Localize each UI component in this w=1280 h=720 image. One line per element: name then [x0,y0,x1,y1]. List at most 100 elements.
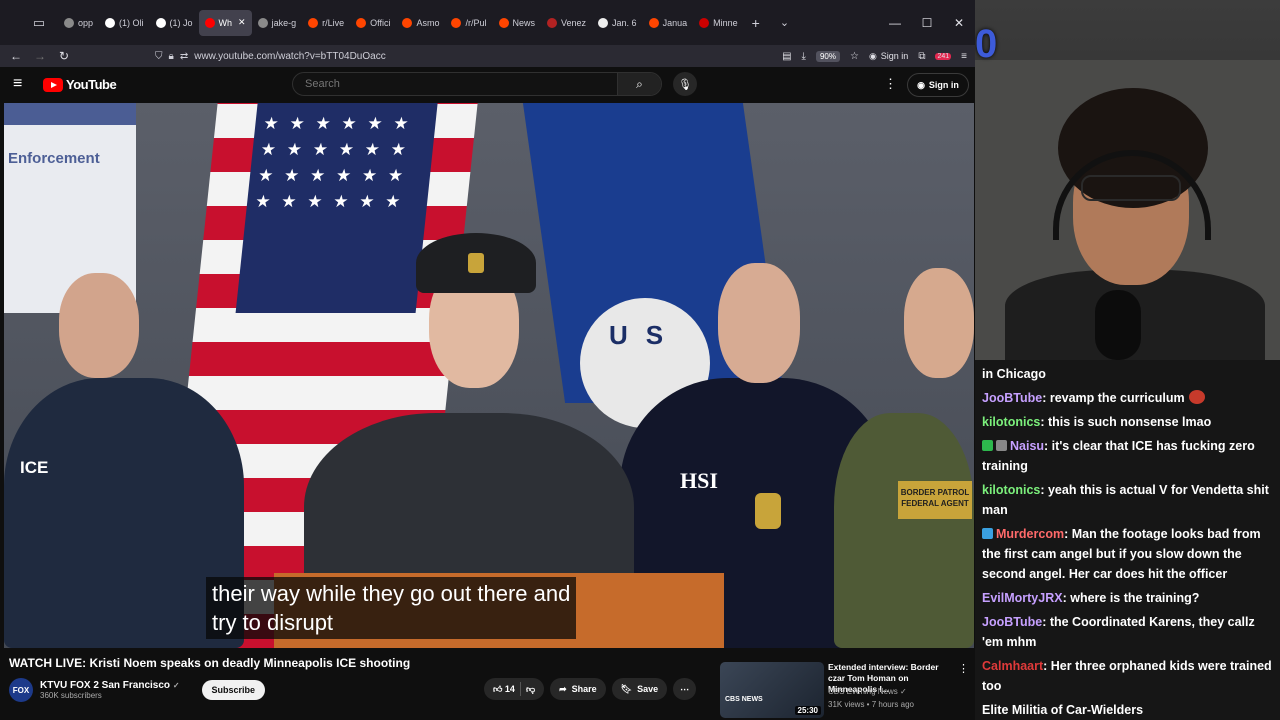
chat-username[interactable]: Naisu [1010,439,1044,453]
tab-favicon-icon [64,17,74,28]
tab-label: jake-g [271,17,297,28]
chat-username[interactable]: kilotonics [982,483,1040,497]
chat-badge-icon [982,440,993,451]
tab-close-icon[interactable]: ✕ [238,17,246,28]
browser-tab[interactable]: Minne [693,10,744,36]
tab-label: Janua [662,17,688,28]
chat-text: : revamp the curriculum [1042,391,1185,405]
tab-favicon-icon [598,17,609,28]
video-title: WATCH LIVE: Kristi Noem speaks on deadly… [9,656,411,670]
reload-button[interactable]: ↻ [52,49,76,63]
close-window-button[interactable]: ✕ [943,16,975,30]
voice-search-button[interactable]: 🎙︎ [673,72,697,96]
browser-tab[interactable]: (1) Oli [99,10,150,36]
browser-tab[interactable]: Jan. 6 [592,10,643,36]
channel-avatar[interactable]: FOX [9,678,33,702]
recommended-thumbnail[interactable]: CBS NEWS 25:30 [720,662,824,718]
chat-username[interactable]: kilotonics [982,415,1040,429]
browser-tab[interactable]: jake-g [252,10,303,36]
maximize-button[interactable]: ☐ [911,16,943,30]
browser-signin-button[interactable]: ◉ Sign in [869,51,908,62]
chat-username[interactable]: Murdercom [996,527,1064,541]
tab-label: (1) Oli [119,17,144,28]
back-button[interactable]: ← [4,49,28,63]
video-player[interactable]: Enforcement US ICE HSI BORDER PATROL FED… [4,103,974,648]
browser-tab[interactable]: Janua [643,10,694,36]
extensions-icon[interactable]: ⧉ [918,51,925,62]
tab-favicon-icon [699,17,710,28]
tab-label: Jan. 6 [612,17,637,28]
tab-favicon-icon [498,17,509,28]
tab-favicon-icon [257,17,268,28]
subscribe-button[interactable]: Subscribe [201,680,266,700]
chat-text: in Chicago [982,367,1046,381]
chat-message: kilotonics: yeah this is actual V for Ve… [982,480,1276,520]
extension-badge[interactable]: 241 [935,52,952,60]
url-field[interactable]: ⛉ 🔒︎ ⇄ www.youtube.com/watch?v=bTT04DuOa… [155,45,765,67]
minimize-button[interactable]: — [879,16,911,30]
tab-list-icon[interactable]: ▭ [28,12,50,34]
tab-label: r/Live [322,17,345,28]
bookmark-star-icon[interactable]: ☆ [850,51,859,62]
shield-icon[interactable]: ⛉ [155,51,163,62]
youtube-logo[interactable]: YouTube [43,77,117,92]
closed-caption: their way while they go out there and tr… [206,577,577,639]
browser-tab[interactable]: /r/Pul [445,10,492,36]
share-button[interactable]: ➦ Share [550,678,606,700]
download-icon[interactable]: ⤓ [802,51,806,62]
tab-favicon-icon [402,17,413,28]
more-options-icon[interactable]: ⋮ [884,76,897,92]
chat-text: Elite Militia of Car-Wielders [982,703,1144,717]
hamburger-menu-icon[interactable]: ≡ [13,75,22,93]
chat-username[interactable]: EvilMortyJRX [982,591,1063,605]
chat-message: Naisu: it's clear that ICE has fucking z… [982,436,1276,476]
channel-name[interactable]: KTVU FOX 2 San Francisco ✓ [40,680,180,691]
dislike-button[interactable]: 👎︎ [526,684,535,695]
forward-button[interactable]: → [28,49,52,63]
youtube-play-icon [43,77,63,92]
microphone-icon [1095,290,1141,360]
browser-tab[interactable]: Offici [350,10,396,36]
browser-tab[interactable]: Venez [541,10,592,36]
reader-view-icon[interactable]: ▤ [782,51,791,62]
browser-tab[interactable]: Asmo [396,10,445,36]
microphone-icon: 🎙︎ [678,78,692,91]
menu-icon[interactable]: ≡ [961,51,967,62]
browser-tab[interactable]: opp [58,10,99,36]
new-tab-button[interactable]: + [752,15,760,31]
thumbs-down-icon: 👎︎ [525,683,536,694]
tab-favicon-icon [648,17,659,28]
search-input[interactable] [293,78,613,90]
border-patrol-patch: BORDER PATROL FEDERAL AGENT [898,481,972,519]
bookmark-icon: 🔖︎ [620,683,633,694]
share-icon: ➦ [559,683,567,694]
browser-tab[interactable]: Wh ✕ [198,9,252,36]
hsi-vest-text: HSI [680,468,718,493]
zoom-level[interactable]: 90% [815,50,840,62]
browser-tab[interactable]: (1) Jo [150,10,199,36]
youtube-signin-button[interactable]: ◉ Sign in [907,73,969,97]
url-text[interactable]: www.youtube.com/watch?v=bTT04DuOacc [194,51,385,62]
save-button[interactable]: 🔖︎ Save [611,678,668,700]
chat-badge-icon [982,528,993,539]
navigation-bar: ← → ↻ ⛉ 🔒︎ ⇄ www.youtube.com/watch?v=bTT… [0,45,975,67]
recommended-channel[interactable]: CBS Evening News ✓ [828,687,907,696]
lock-icon[interactable]: 🔒︎ [169,51,174,62]
search-button[interactable]: ⌕ [617,73,661,95]
chat-message: in Chicago [982,364,1276,384]
recommended-more-icon[interactable]: ⋮ [958,662,969,675]
chat-username[interactable]: JooBTube [982,615,1042,629]
search-box: ⌕ [292,72,662,96]
verified-icon: ✓ [172,681,180,690]
like-button[interactable]: 👍︎ 14 [493,684,515,695]
tab-overflow-chevron-icon[interactable]: ⌄ [780,16,789,29]
chat-username[interactable]: Calmhaart [982,659,1043,673]
like-dislike-group: 👍︎ 14 👎︎ [484,678,545,700]
permissions-icon[interactable]: ⇄ [180,51,188,62]
recommended-video[interactable]: CBS NEWS 25:30 Extended interview: Borde… [720,662,975,720]
more-actions-button[interactable]: ⋯ [673,678,697,700]
tab-favicon-icon [451,17,462,28]
browser-tab[interactable]: r/Live [302,10,350,36]
chat-username[interactable]: JooBTube [982,391,1042,405]
browser-tab[interactable]: News [493,10,542,36]
